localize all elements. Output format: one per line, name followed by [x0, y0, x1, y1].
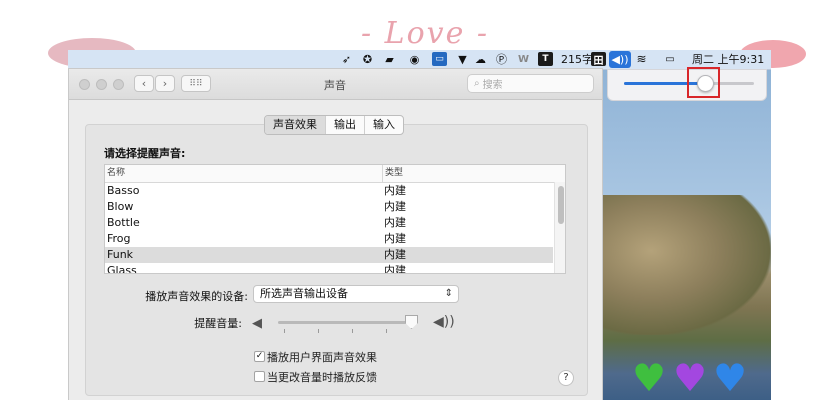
zoom-button[interactable] — [113, 79, 124, 90]
window-title: 声音 — [324, 79, 346, 92]
chat-icon[interactable]: ▰ — [382, 52, 397, 66]
accessibility-icon[interactable]: ✪ — [360, 52, 375, 66]
speaker-low-icon: ◀ — [252, 316, 262, 331]
alert-volume-track[interactable] — [278, 321, 418, 324]
grid-icon: ⠿⠿ — [189, 78, 203, 89]
sound-type: 内建 — [384, 248, 406, 261]
tab-output[interactable]: 输出 — [325, 116, 364, 134]
table-row[interactable]: Basso 内建 — [105, 183, 553, 199]
ui-sounds-checkbox[interactable]: ✓ — [254, 351, 265, 362]
sound-name: Glass — [107, 264, 137, 274]
send-icon[interactable]: ➶ — [339, 52, 354, 66]
table-row[interactable]: Glass 内建 — [105, 263, 553, 274]
sound-type: 内建 — [384, 264, 406, 274]
output-device-select[interactable]: 所选声音输出设备 ⇕ — [253, 285, 459, 303]
help-button[interactable]: ? — [558, 370, 574, 386]
tab-bar: 声音效果 输出 输入 — [264, 115, 404, 135]
sound-name: Bottle — [107, 216, 140, 229]
table-row[interactable]: Blow 内建 — [105, 199, 553, 215]
sound-type: 内建 — [384, 216, 406, 229]
table-row-selected[interactable]: Funk 内建 — [105, 247, 553, 263]
slider-tick — [386, 329, 387, 333]
forward-button[interactable]: › — [155, 75, 175, 92]
annotation-highlight-box — [687, 67, 720, 98]
slider-tick — [284, 329, 285, 333]
select-chevron-icon: ⇕ — [444, 288, 453, 299]
battery-icon[interactable]: ▭ — [660, 52, 680, 66]
minimize-button[interactable] — [96, 79, 107, 90]
show-all-button[interactable]: ⠿⠿ — [181, 75, 211, 92]
purple-heart-icon: ♥ — [673, 356, 708, 400]
sound-name: Funk — [107, 248, 134, 261]
sound-name: Blow — [107, 200, 134, 213]
wallpaper-island — [600, 195, 771, 335]
screen-icon[interactable]: ▭ — [432, 52, 447, 66]
paypal-icon[interactable]: Ⓟ — [494, 52, 509, 66]
feedback-checkbox[interactable] — [254, 371, 265, 382]
column-header-name[interactable]: 名称 — [105, 165, 384, 183]
t-icon[interactable]: T — [538, 52, 553, 66]
column-header-type[interactable]: 类型 — [383, 165, 555, 183]
scrollbar-thumb[interactable] — [558, 186, 564, 224]
header-corner — [553, 165, 565, 183]
chevron-right-icon: › — [162, 77, 168, 90]
tab-input[interactable]: 输入 — [364, 116, 403, 134]
volume-menu-icon[interactable]: ◀)) — [609, 51, 631, 68]
monitor-icon[interactable]: ◉ — [407, 52, 422, 66]
ui-sounds-label[interactable]: 播放用户界面声音效果 — [267, 349, 377, 365]
word-count-indicator[interactable]: 215字 — [561, 52, 593, 67]
sound-name: Basso — [107, 184, 140, 197]
alert-sound-table: 名称 类型 Basso 内建 Blow 内建 Bottle 内建 Frog 内建… — [104, 164, 566, 274]
search-icon: ⌕ — [474, 78, 480, 89]
search-field[interactable]: ⌕ 搜索 — [467, 74, 594, 93]
device-label: 播放声音效果的设备: — [145, 290, 248, 303]
alert-sound-label: 请选择提醒声音: — [104, 147, 186, 160]
slider-tick — [352, 329, 353, 333]
speaker-high-icon: ◀)) — [433, 314, 455, 330]
w-icon[interactable]: W — [516, 52, 531, 66]
table-row[interactable]: Frog 内建 — [105, 231, 553, 247]
love-decor-text: - Love - — [360, 16, 490, 51]
blue-heart-icon: ♥ — [713, 356, 748, 400]
slider-tick — [318, 329, 319, 333]
table-scrollbar[interactable] — [554, 182, 565, 273]
alert-volume-label: 提醒音量: — [194, 317, 242, 330]
search-placeholder: 搜索 — [482, 80, 503, 91]
input-method-icon[interactable]: 田 — [591, 52, 606, 67]
menu-clock[interactable]: 周二 上午9:31 — [692, 52, 764, 67]
sound-type: 内建 — [384, 232, 406, 245]
sound-type: 内建 — [384, 184, 406, 197]
feedback-label[interactable]: 当更改音量时播放反馈 — [267, 369, 377, 385]
sound-type: 内建 — [384, 200, 406, 213]
cloud-icon[interactable]: ☁ — [473, 52, 488, 66]
green-heart-icon: ♥ — [632, 356, 667, 400]
chevron-left-icon: ‹ — [141, 77, 147, 90]
back-button[interactable]: ‹ — [134, 75, 154, 92]
sound-name: Frog — [107, 232, 131, 245]
tab-sound-effects[interactable]: 声音效果 — [265, 116, 325, 134]
close-button[interactable] — [79, 79, 90, 90]
table-row[interactable]: Bottle 内建 — [105, 215, 553, 231]
vpn-icon[interactable]: ▼ — [455, 52, 470, 66]
output-device-value: 所选声音输出设备 — [260, 287, 348, 300]
wifi-icon[interactable]: ≋ — [634, 52, 649, 66]
